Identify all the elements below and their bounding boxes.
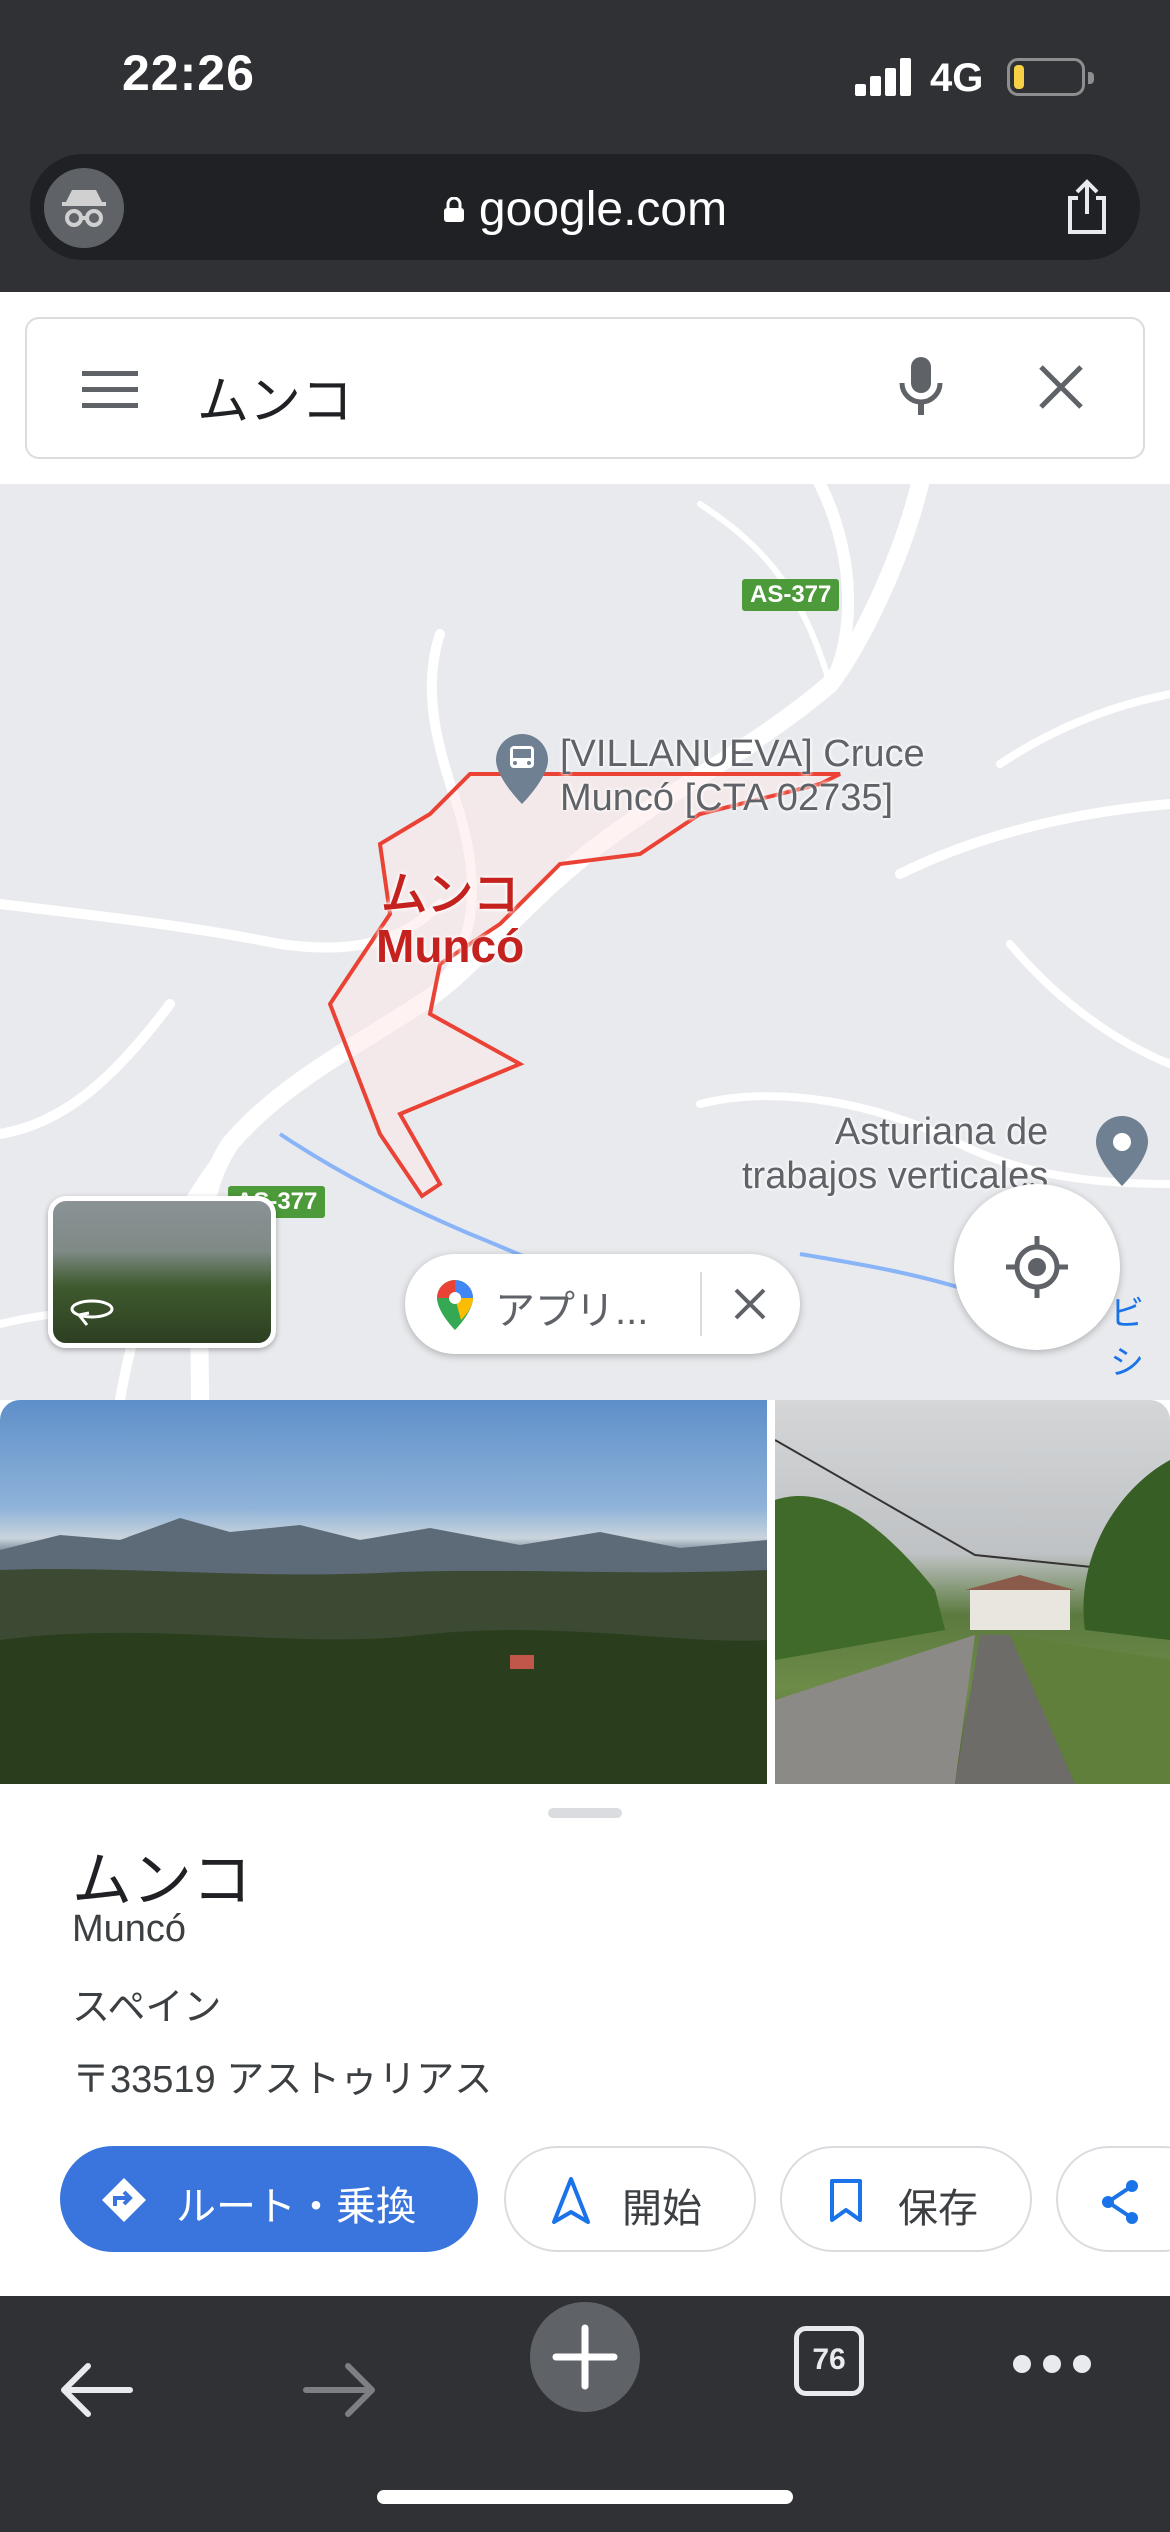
place-photo[interactable] [0, 1400, 767, 1784]
transit-pin-icon[interactable] [494, 732, 550, 806]
lock-icon [443, 197, 464, 222]
google-maps-icon [437, 1280, 473, 1330]
tab-switcher-button[interactable]: 76 [794, 2326, 864, 2396]
share-place-button[interactable] [1056, 2146, 1170, 2252]
close-icon[interactable] [730, 1284, 770, 1324]
open-app-chip[interactable]: アプリ... [405, 1254, 800, 1354]
place-label-local: Muncó [376, 920, 525, 972]
place-sheet[interactable]: ムンコ Muncó スペイン 〒33519 アストゥリアス ルート・乗換 開始 [0, 1784, 1170, 2296]
street-view-icon [70, 1299, 114, 1326]
home-indicator[interactable] [377, 2490, 793, 2504]
my-location-icon [1006, 1236, 1068, 1298]
search-area: ムンコ [0, 292, 1170, 484]
place-pin-icon[interactable] [1094, 1114, 1150, 1188]
road-sign: AS-377 [742, 579, 840, 611]
share-icon[interactable] [1064, 178, 1110, 236]
poi-line: Asturiana de [834, 1111, 1049, 1153]
status-bar: 22:26 4G [0, 0, 1170, 150]
photo-strip [0, 1400, 1170, 1784]
place-address: 〒33519 アストゥリアス [72, 2059, 493, 2101]
place-title: ムンコ [72, 1847, 252, 1914]
sheet-handle[interactable] [548, 1808, 622, 1818]
status-time: 22:26 [122, 45, 255, 101]
more-icon[interactable] [1010, 2352, 1094, 2376]
map-view[interactable]: AS-377 AS-377 [VILLANUEVA] Cruce Muncó [… [0, 484, 1170, 1400]
chip-divider [700, 1272, 702, 1336]
directions-label: ルート・乗換 [176, 2185, 416, 2229]
place-label-jp: ムンコ [381, 868, 520, 920]
street-view-thumbnail[interactable] [48, 1196, 276, 1348]
battery-icon [1007, 58, 1094, 96]
start-label: 開始 [622, 2187, 702, 2231]
new-tab-button[interactable] [530, 2302, 640, 2412]
bookmark-icon [830, 2179, 862, 2222]
back-arrow-icon[interactable] [58, 2360, 134, 2420]
poi-line: Muncó [CTA 02735] [560, 777, 894, 819]
screen: 22:26 4G google.com ムンコ AS-377 AS-377 [V… [0, 0, 1170, 2532]
share-icon [1102, 2180, 1138, 2224]
mic-icon[interactable] [897, 355, 945, 421]
save-button[interactable]: 保存 [780, 2146, 1032, 2252]
place-country: スペイン [72, 1987, 222, 2029]
directions-button[interactable]: ルート・乗換 [60, 2146, 478, 2252]
my-location-button[interactable] [954, 1184, 1120, 1350]
menu-icon[interactable] [82, 369, 138, 411]
search-box[interactable]: ムンコ [25, 317, 1145, 459]
close-icon[interactable] [1037, 363, 1085, 411]
signal-icon [855, 58, 913, 96]
poi-line: [VILLANUEVA] Cruce [560, 733, 925, 775]
poi-label-asturiana[interactable]: Asturiana de trabajos verticales [742, 1110, 1048, 1198]
place-label: ムンコ Muncó [376, 868, 524, 972]
search-input[interactable]: ムンコ [197, 359, 353, 434]
url-text[interactable]: google.com [30, 182, 1140, 237]
poi-label-villanueva[interactable]: [VILLANUEVA] Cruce Muncó [CTA 02735] [560, 732, 925, 820]
app-chip-label: アプリ... [495, 1289, 649, 1333]
map-edge-label: ビシ [1110, 1295, 1144, 1382]
place-local-name: Muncó [72, 1908, 187, 1950]
place-photo[interactable] [775, 1400, 1170, 1784]
navigation-icon [552, 2177, 590, 2224]
network-type: 4G [930, 56, 984, 100]
plus-icon [552, 2324, 618, 2390]
tab-count: 76 [812, 2343, 846, 2376]
start-button[interactable]: 開始 [504, 2146, 756, 2252]
directions-icon [102, 2178, 146, 2222]
url-label: google.com [478, 183, 728, 236]
address-bar[interactable]: google.com [30, 154, 1140, 260]
browser-header: google.com [0, 150, 1170, 292]
forward-arrow-icon[interactable] [302, 2360, 378, 2420]
action-buttons: ルート・乗換 開始 保存 [0, 2146, 1170, 2256]
save-label: 保存 [898, 2187, 978, 2231]
